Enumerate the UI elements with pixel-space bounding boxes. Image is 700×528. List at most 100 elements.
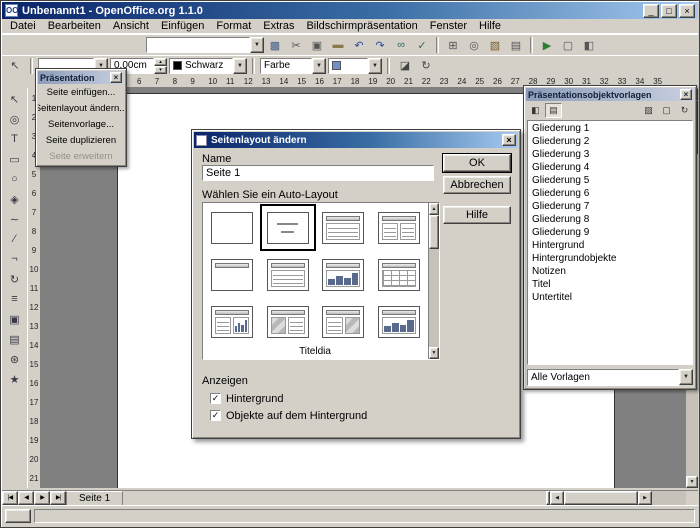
menu-item-fenster[interactable]: Fenster <box>424 19 473 33</box>
copy-icon[interactable]: ▣ <box>307 36 327 54</box>
ok-button[interactable]: OK <box>443 154 511 172</box>
spin-down-icon[interactable]: ▾ <box>154 66 167 74</box>
style-item-notizen[interactable]: Notizen <box>529 265 691 278</box>
rotate-mode-icon[interactable]: ↻ <box>416 57 436 75</box>
alignment-tool-icon[interactable]: ≡ <box>5 290 25 308</box>
presentation-styles-icon[interactable]: ▤ <box>545 103 562 118</box>
style-item-gliederung-9[interactable]: Gliederung 9 <box>529 226 691 239</box>
layout-option-title-centered-text[interactable] <box>260 251 316 298</box>
style-item-gliederung-8[interactable]: Gliederung 8 <box>529 213 691 226</box>
style-item-untertitel[interactable]: Untertitel <box>529 291 691 304</box>
scroll-right-icon[interactable]: ▶ <box>638 491 652 505</box>
style-item-gliederung-2[interactable]: Gliederung 2 <box>529 135 691 148</box>
edit-points-icon[interactable]: ↖ <box>5 57 25 75</box>
zoom-icon[interactable]: ◎ <box>464 36 484 54</box>
help-button[interactable]: Hilfe <box>443 206 511 224</box>
effects-tool-icon[interactable]: ★ <box>5 370 25 388</box>
paste-icon[interactable]: ▬ <box>328 36 348 54</box>
layout-option-title-table[interactable] <box>371 251 427 298</box>
object3d-tool-icon[interactable]: ◈ <box>5 190 25 208</box>
layout-option-title-chart[interactable] <box>316 251 372 298</box>
style-filter-dropdown-icon[interactable]: ▼ <box>679 369 693 385</box>
stylist-close-icon[interactable]: × <box>680 89 692 100</box>
menu-item-hilfe[interactable]: Hilfe <box>473 19 507 33</box>
insert-slide-icon[interactable]: ▢ <box>558 36 578 54</box>
layout-option-title-text-chart[interactable] <box>204 298 260 345</box>
scroll-down-icon[interactable]: ▼ <box>686 476 698 488</box>
style-item-gliederung-7[interactable]: Gliederung 7 <box>529 200 691 213</box>
menu-item-bildschirmpr-sentation[interactable]: Bildschirmpräsentation <box>300 19 423 33</box>
menu-item-format[interactable]: Format <box>210 19 257 33</box>
style-item-gliederung-1[interactable]: Gliederung 1 <box>529 122 691 135</box>
spin-up-icon[interactable]: ▴ <box>154 58 167 66</box>
layout-scroll-thumb[interactable] <box>429 215 439 249</box>
line-width-spin[interactable]: ▴ ▾ <box>154 58 167 74</box>
minimize-button[interactable]: _ <box>643 4 659 18</box>
style-item-gliederung-5[interactable]: Gliederung 5 <box>529 174 691 187</box>
shadow-icon[interactable]: ◪ <box>395 57 415 75</box>
interaction-tool-icon[interactable]: ⊛ <box>5 350 25 368</box>
palette-close-icon[interactable]: × <box>110 72 122 83</box>
layout-option-title-text-clipart[interactable] <box>316 298 372 345</box>
previous-page-button[interactable]: ◀ <box>18 491 34 505</box>
close-button[interactable]: × <box>679 4 695 18</box>
menu-item-extras[interactable]: Extras <box>257 19 300 33</box>
slide-design-icon[interactable]: ◧ <box>579 36 599 54</box>
curve-tool-icon[interactable]: ∼ <box>5 210 25 228</box>
text-tool-icon[interactable]: T <box>5 130 25 148</box>
stylist-title-bar[interactable]: Präsentationsobjektvorlagen × <box>526 88 694 101</box>
line-tool-icon[interactable]: ∕ <box>5 230 25 248</box>
line-color-dropdown-icon[interactable]: ▼ <box>233 58 247 74</box>
layout-scroll-up-icon[interactable]: ▲ <box>429 203 439 215</box>
layout-scroll-down-icon[interactable]: ▼ <box>429 347 439 359</box>
palette-item-seitenlayout-ndern[interactable]: Seitenlayout ändern... <box>38 100 124 116</box>
cancel-button[interactable]: Abbrechen <box>443 176 511 194</box>
menu-item-datei[interactable]: Datei <box>4 19 42 33</box>
layout-option-title-2text[interactable] <box>371 204 427 251</box>
palette-item-seitenvorlage[interactable]: Seitenvorlage... <box>38 116 124 132</box>
scroll-left-icon[interactable]: ◀ <box>550 491 564 505</box>
menu-item-einf-gen[interactable]: Einfügen <box>155 19 210 33</box>
update-style-icon[interactable]: ↻ <box>676 103 693 118</box>
hyperlink-icon[interactable]: ∞ <box>391 36 411 54</box>
layout-scroll-track[interactable] <box>429 249 439 347</box>
palette-item-seite-duplizieren[interactable]: Seite duplizieren <box>38 132 124 148</box>
layout-option-title-text[interactable] <box>316 204 372 251</box>
checkbox-objekte-auf-dem-hintergrund[interactable]: ✓Objekte auf dem Hintergrund <box>210 407 367 424</box>
connector-tool-icon[interactable]: ¬ <box>5 250 25 268</box>
layout-scrollbar[interactable]: ▲ ▼ <box>428 203 439 359</box>
start-presentation-icon[interactable]: ▶ <box>537 36 557 54</box>
fill-color-combo[interactable]: ▼ <box>328 58 382 74</box>
undo-icon[interactable]: ↶ <box>349 36 369 54</box>
title-bar[interactable]: OO Unbenannt1 - OpenOffice.org 1.1.0 _□× <box>2 2 698 19</box>
style-filter-combo[interactable]: Alle Vorlagen ▼ <box>527 369 693 386</box>
arrange-tool-icon[interactable]: ▣ <box>5 310 25 328</box>
checkbox-hintergrund[interactable]: ✓Hintergrund <box>210 390 367 407</box>
horizontal-scrollbar[interactable]: ◀ ▶ <box>550 491 686 505</box>
select-tool-icon[interactable]: ↖ <box>5 90 25 108</box>
dialog-close-icon[interactable]: × <box>502 134 516 146</box>
maximize-button[interactable]: □ <box>661 4 677 18</box>
ellipse-tool-icon[interactable]: ○ <box>5 170 25 188</box>
url-dropdown-icon[interactable]: ▼ <box>250 37 264 53</box>
horizontal-scroll-thumb[interactable] <box>564 491 638 505</box>
style-item-gliederung-6[interactable]: Gliederung 6 <box>529 187 691 200</box>
style-item-titel[interactable]: Titel <box>529 278 691 291</box>
layout-name-input[interactable] <box>202 165 434 181</box>
style-item-hintergrund[interactable]: Hintergrund <box>529 239 691 252</box>
fill-style-dropdown-icon[interactable]: ▼ <box>312 58 326 74</box>
navigator-icon[interactable]: ⊞ <box>443 36 463 54</box>
fill-format-mode-icon[interactable]: ▨ <box>640 103 657 118</box>
dialog-title-bar[interactable]: Seitenlayout ändern × <box>194 132 518 148</box>
layout-option-title-object[interactable] <box>371 298 427 345</box>
palette-title-bar[interactable]: Präsentation × <box>38 71 124 84</box>
fill-color-dropdown-icon[interactable]: ▼ <box>368 58 382 74</box>
graphic-styles-icon[interactable]: ◧ <box>527 103 544 118</box>
spellcheck-icon[interactable]: ✓ <box>412 36 432 54</box>
url-combo[interactable]: ▼ <box>146 37 264 53</box>
fill-style-combo[interactable]: Farbe ▼ <box>260 58 326 74</box>
redo-icon[interactable]: ↷ <box>370 36 390 54</box>
first-page-button[interactable]: |◀ <box>2 491 18 505</box>
layout-option-blank[interactable] <box>204 204 260 251</box>
insert-tool-icon[interactable]: ▤ <box>5 330 25 348</box>
